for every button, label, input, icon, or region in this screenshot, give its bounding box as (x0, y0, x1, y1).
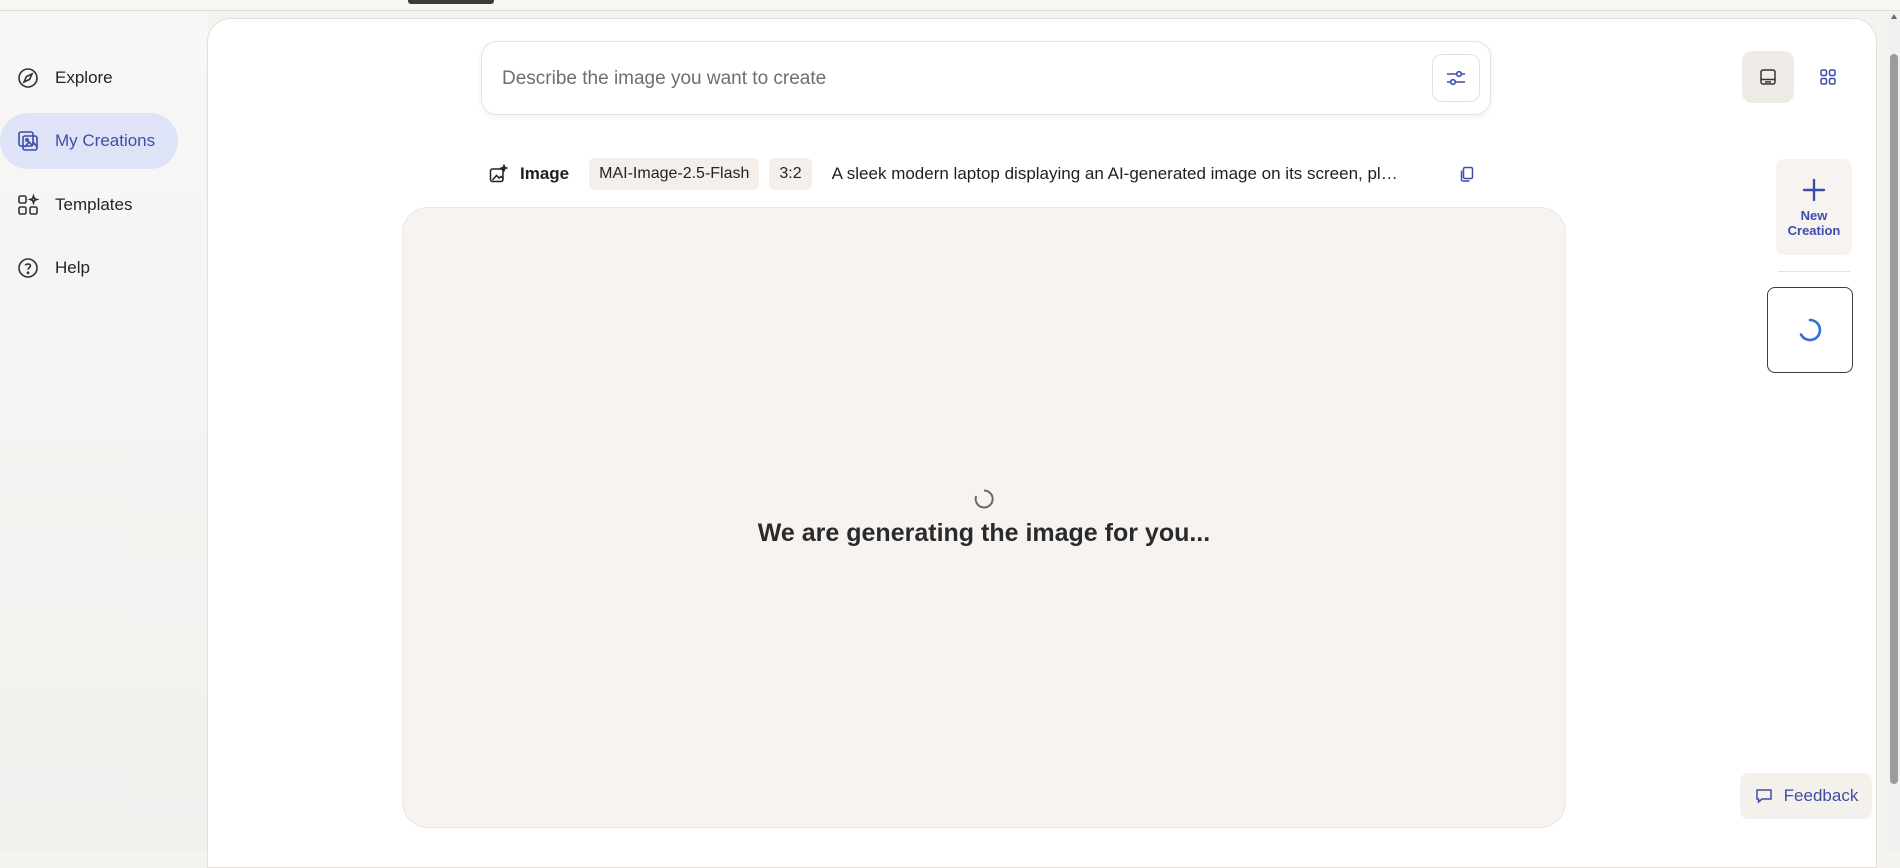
new-creation-label-line2: Creation (1787, 223, 1841, 238)
plus-icon (1800, 176, 1828, 204)
loading-spinner-icon (973, 488, 995, 510)
creation-type: Image (488, 164, 569, 184)
sidebar-item-label: Help (55, 258, 90, 277)
aspect-ratio-chip: 3:2 (769, 158, 812, 190)
new-creation-button[interactable]: New Creation (1776, 159, 1852, 255)
loading-spinner-icon (1797, 317, 1823, 343)
single-view-button[interactable] (1742, 51, 1794, 103)
sidebar-item-my-creations[interactable]: My Creations (0, 113, 178, 169)
templates-icon (16, 193, 40, 217)
prompt-box (481, 41, 1491, 115)
prompt-input[interactable] (502, 60, 1402, 98)
active-tab-indicator (408, 0, 494, 4)
help-icon (16, 256, 40, 280)
generation-canvas: We are generating the image for you... (402, 207, 1566, 828)
sidebar-item-label: My Creations (55, 131, 156, 150)
page-scrollbar[interactable] (1888, 12, 1900, 852)
top-bar (0, 0, 1900, 11)
creation-thumbnail-loading[interactable] (1767, 287, 1853, 373)
sidebar-item-label: Templates (55, 195, 133, 214)
generation-status-text: We are generating the image for you... (757, 519, 1211, 547)
new-creation-label-line1: New (1800, 208, 1828, 223)
creation-type-label: Image (520, 164, 570, 183)
chat-bubble-icon (1754, 786, 1774, 806)
sidebar-item-label: Explore (55, 68, 113, 87)
sidebar-item-help[interactable]: Help (0, 240, 178, 296)
feedback-label: Feedback (1783, 786, 1859, 805)
grid-view-button[interactable] (1802, 51, 1854, 103)
creation-prompt-text: A sleek modern laptop displaying an AI-g… (831, 164, 1398, 183)
prompt-settings-button[interactable] (1432, 54, 1480, 102)
sidebar-item-templates[interactable]: Templates (0, 177, 178, 233)
copy-prompt-button[interactable] (1458, 165, 1476, 183)
copy-icon (1458, 165, 1476, 183)
scroll-up-arrow-icon[interactable] (1891, 14, 1897, 19)
sidebar-item-explore[interactable]: Explore (0, 50, 178, 106)
image-sparkle-icon (488, 164, 508, 184)
model-chip: MAI-Image-2.5-Flash (589, 158, 760, 190)
thumbnail-divider (1778, 271, 1850, 272)
feedback-button[interactable]: Feedback (1740, 773, 1872, 819)
image-gallery-icon (16, 129, 40, 153)
compass-icon (16, 66, 40, 90)
sliders-icon (1444, 66, 1468, 90)
sidebar: Explore My Creations Templates Help (0, 12, 208, 852)
creation-meta-row: Image MAI-Image-2.5-Flash 3:2 A sleek mo… (488, 157, 1476, 191)
grid-view-icon (1818, 67, 1838, 87)
main-panel: Image MAI-Image-2.5-Flash 3:2 A sleek mo… (207, 18, 1877, 868)
new-creation-label: New Creation (1788, 208, 1841, 238)
generation-status: We are generating the image for you... (403, 488, 1565, 548)
single-view-icon (1758, 67, 1778, 87)
scrollbar-thumb[interactable] (1890, 54, 1898, 784)
